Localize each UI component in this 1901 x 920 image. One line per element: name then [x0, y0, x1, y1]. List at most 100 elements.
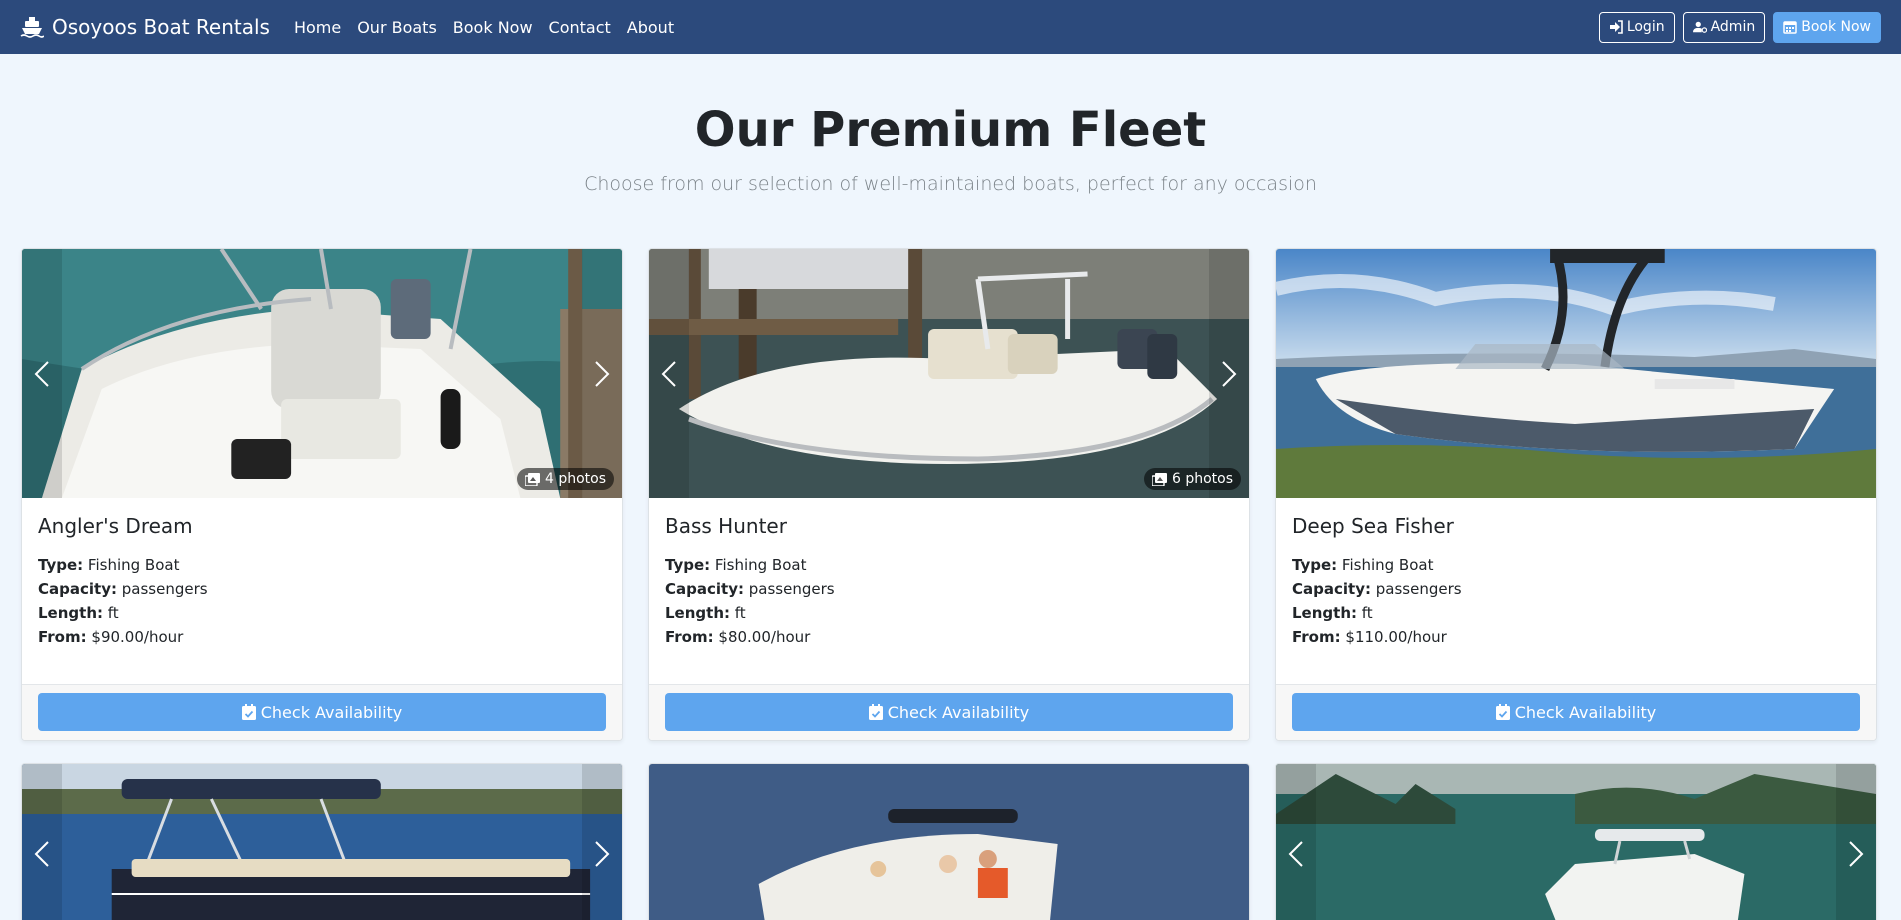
chevron-left-icon: [34, 841, 49, 867]
admin-label: Admin: [1710, 19, 1756, 35]
chevron-right-icon: [1222, 360, 1237, 387]
boat-photo-carousel: [22, 764, 622, 920]
nav-links: Home Our Boats Book Now Contact About: [294, 18, 690, 37]
carousel-next-button[interactable]: [582, 249, 622, 498]
boat-capacity: Capacity: passengers: [665, 577, 1233, 601]
boat-photo: [1276, 249, 1876, 498]
carousel-prev-button[interactable]: [22, 249, 62, 498]
carousel-prev-button[interactable]: [1276, 764, 1316, 920]
carousel-next-button[interactable]: [1209, 249, 1249, 498]
boat-type: Type: Fishing Boat: [665, 553, 1233, 577]
card-body: Bass Hunter Type: Fishing Boat Capacity:…: [649, 498, 1249, 684]
spec-label: Type:: [665, 556, 711, 574]
boat-price: From: $80.00/hour: [665, 625, 1233, 649]
chevron-left-icon: [661, 360, 676, 387]
boat-card-pontoon: [21, 763, 623, 920]
photo-count-badge: 4 photos: [516, 468, 614, 490]
spec-value: $80.00/hour: [718, 628, 811, 646]
card-body: Deep Sea Fisher Type: Fishing Boat Capac…: [1276, 498, 1876, 684]
boat-name: Deep Sea Fisher: [1292, 514, 1454, 538]
photo-count: 6 photos: [1171, 471, 1233, 487]
boat-length: Length: ft: [38, 601, 606, 625]
carousel-next-button[interactable]: [1836, 764, 1876, 920]
boat-name: Angler's Dream: [38, 514, 193, 538]
brand-name: Osoyoos Boat Rentals: [52, 15, 270, 39]
book-now-button[interactable]: Book Now: [1773, 11, 1881, 43]
nav-link-book-now[interactable]: Book Now: [453, 18, 533, 37]
nav-actions: Login Admin Book Now: [1598, 11, 1881, 43]
user-gear-icon: [1692, 21, 1707, 33]
spec-label: Length:: [665, 604, 730, 622]
boat-card-deep-sea-fisher: Deep Sea Fisher Type: Fishing Boat Capac…: [1275, 248, 1877, 741]
boat-photo-carousel: [1276, 764, 1876, 920]
images-icon: [1151, 472, 1167, 486]
page-subtitle: Choose from our selection of well-mainta…: [584, 173, 1317, 195]
photo-count-badge: 6 photos: [1143, 468, 1241, 490]
boat-photo: [1276, 764, 1876, 920]
card-footer: Check Availability: [1276, 684, 1876, 740]
spec-label: Capacity:: [1292, 580, 1371, 598]
carousel-prev-button[interactable]: [649, 249, 689, 498]
spec-value: $110.00/hour: [1345, 628, 1447, 646]
calendar-check-icon: [1495, 704, 1510, 720]
photo-count: 4 photos: [544, 471, 606, 487]
nav-link-home[interactable]: Home: [294, 18, 341, 37]
spec-value: passengers: [748, 580, 835, 598]
spec-value: Fishing Boat: [1341, 556, 1434, 574]
boat-card-cruiser: [1275, 763, 1877, 920]
check-availability-label: Check Availability: [887, 702, 1030, 722]
boat-price: From: $90.00/hour: [38, 625, 606, 649]
spec-label: From:: [1292, 628, 1341, 646]
nav-link-contact[interactable]: Contact: [549, 18, 611, 37]
spec-label: Type:: [38, 556, 84, 574]
spec-value: passengers: [1375, 580, 1462, 598]
calendar-check-icon: [868, 704, 883, 720]
spec-value: ft: [1361, 604, 1373, 622]
boat-capacity: Capacity: passengers: [38, 577, 606, 601]
book-now-label: Book Now: [1801, 19, 1871, 35]
check-availability-label: Check Availability: [260, 702, 403, 722]
spec-label: Capacity:: [665, 580, 744, 598]
brand-link[interactable]: Osoyoos Boat Rentals: [20, 15, 270, 39]
boat-length: Length: ft: [1292, 601, 1860, 625]
check-availability-button[interactable]: Check Availability: [665, 693, 1233, 731]
ship-icon: [20, 17, 44, 38]
card-body: Angler's Dream Type: Fishing Boat Capaci…: [22, 498, 622, 684]
carousel-next-button[interactable]: [582, 764, 622, 920]
check-availability-button[interactable]: Check Availability: [38, 693, 606, 731]
chevron-right-icon: [595, 841, 610, 867]
boat-card-bowrider: [648, 763, 1250, 920]
card-footer: Check Availability: [22, 684, 622, 740]
boat-type: Type: Fishing Boat: [38, 553, 606, 577]
check-availability-button[interactable]: Check Availability: [1292, 693, 1860, 731]
login-button[interactable]: Login: [1598, 11, 1675, 43]
spec-label: Length:: [38, 604, 103, 622]
boat-photo: [1276, 249, 1876, 498]
admin-button[interactable]: Admin: [1682, 11, 1766, 43]
login-label: Login: [1626, 19, 1665, 35]
spec-value: Fishing Boat: [87, 556, 180, 574]
spec-value: $90.00/hour: [91, 628, 184, 646]
page-title: Our Premium Fleet: [694, 102, 1207, 158]
boat-photo: [649, 249, 1249, 498]
spec-value: ft: [107, 604, 119, 622]
nav-link-about[interactable]: About: [627, 18, 674, 37]
spec-label: Capacity:: [38, 580, 117, 598]
boat-length: Length: ft: [665, 601, 1233, 625]
nav-link-our-boats[interactable]: Our Boats: [357, 18, 437, 37]
boat-photo-carousel: 4 photos: [22, 249, 622, 498]
check-availability-label: Check Availability: [1514, 702, 1657, 722]
spec-value: Fishing Boat: [714, 556, 807, 574]
boat-photo: [649, 764, 1249, 920]
boat-price: From: $110.00/hour: [1292, 625, 1860, 649]
carousel-prev-button[interactable]: [22, 764, 62, 920]
calendar-check-icon: [241, 704, 256, 720]
chevron-left-icon: [34, 360, 49, 387]
spec-label: From:: [38, 628, 87, 646]
calendar-icon: [1783, 21, 1797, 34]
sign-in-icon: [1609, 20, 1623, 34]
boat-photo: [22, 249, 622, 498]
boat-type: Type: Fishing Boat: [1292, 553, 1860, 577]
spec-label: From:: [665, 628, 714, 646]
chevron-left-icon: [1288, 841, 1303, 867]
